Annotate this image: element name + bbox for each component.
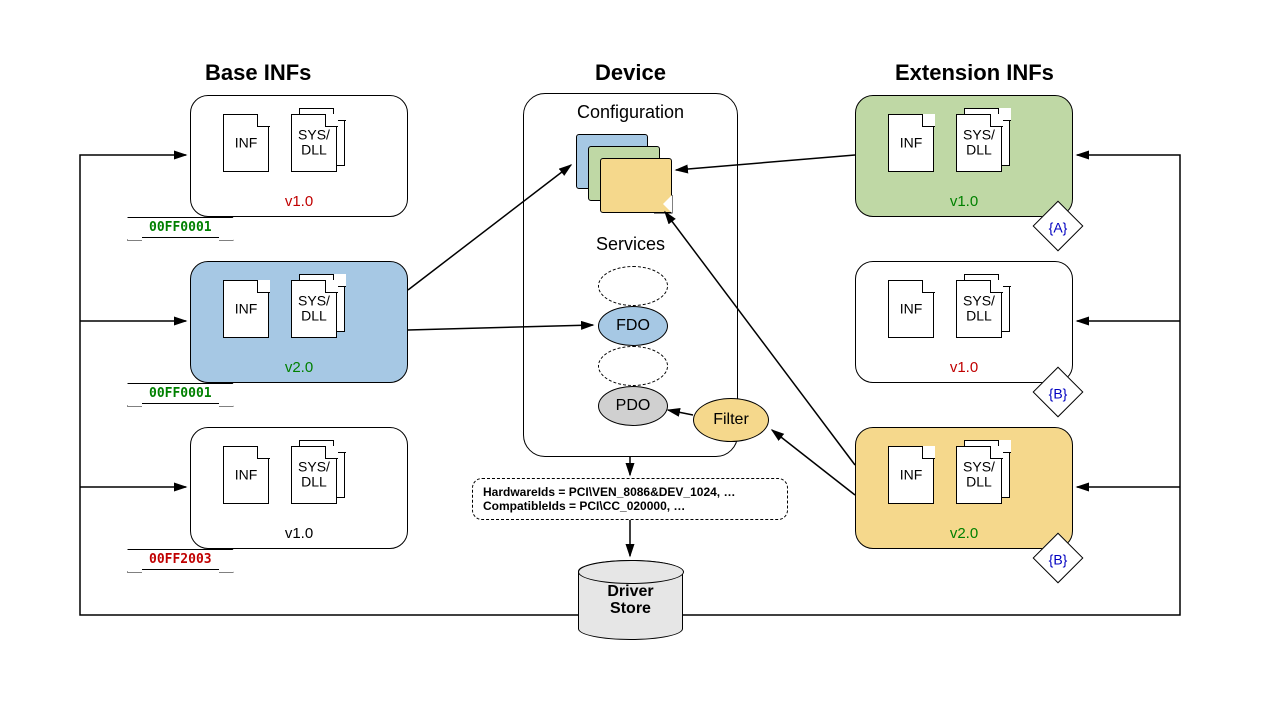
inf-label: INF	[900, 467, 923, 482]
base-pkg-2: INF SYS/ DLL v2.0	[190, 261, 408, 383]
fdo-node: FDO	[598, 306, 668, 346]
inf-label: INF	[900, 301, 923, 316]
diamond-label: {B}	[1040, 375, 1076, 411]
inf-doc-icon: INF	[888, 114, 934, 172]
sysdll-label: SYS/ DLL	[963, 460, 995, 491]
ext-pkg-1: INF SYS/ DLL v1.0	[855, 95, 1073, 217]
version-label: v1.0	[950, 193, 978, 210]
sys-doc-icon: SYS/ DLL	[956, 446, 1002, 504]
base-pkg-3: INF SYS/ DLL v1.0	[190, 427, 408, 549]
hwids-line: HardwareIds = PCI\VEN_8086&DEV_1024, …	[483, 485, 777, 499]
sys-doc-icon: SYS/ DLL	[956, 114, 1002, 172]
inf-label: INF	[235, 301, 258, 316]
sys-doc-icon: SYS/ DLL	[956, 280, 1002, 338]
driver-store-cylinder: Driver Store	[578, 560, 683, 640]
diamond-label: {A}	[1040, 209, 1076, 245]
sysdll-label: SYS/ DLL	[298, 460, 330, 491]
version-label: v2.0	[285, 359, 313, 376]
ext-pkg-2: INF SYS/ DLL v1.0	[855, 261, 1073, 383]
inf-doc-icon: INF	[888, 280, 934, 338]
sysdll-label: SYS/ DLL	[298, 128, 330, 159]
inf-doc-icon: INF	[888, 446, 934, 504]
version-label: v2.0	[950, 525, 978, 542]
config-label: Configuration	[577, 102, 684, 123]
version-label: v1.0	[285, 525, 313, 542]
version-label: v1.0	[285, 193, 313, 210]
base-header: Base INFs	[205, 60, 311, 86]
inf-doc-icon: INF	[223, 280, 269, 338]
banner-2: 00FF0001	[140, 383, 221, 404]
sys-doc-icon: SYS/ DLL	[291, 446, 337, 504]
compatids-line: CompatibleIds = PCI\CC_020000, …	[483, 499, 777, 513]
banner-1: 00FF0001	[140, 217, 221, 238]
diamond-label: {B}	[1040, 541, 1076, 577]
sysdll-label: SYS/ DLL	[963, 294, 995, 325]
sysdll-label: SYS/ DLL	[298, 294, 330, 325]
sysdll-label: SYS/ DLL	[963, 128, 995, 159]
version-label: v1.0	[950, 359, 978, 376]
dashed-ellipse-icon	[598, 346, 668, 386]
sys-doc-icon: SYS/ DLL	[291, 280, 337, 338]
filter-node: Filter	[693, 398, 769, 442]
device-header: Device	[595, 60, 666, 86]
dashed-ellipse-icon	[598, 266, 668, 306]
pdo-node: PDO	[598, 386, 668, 426]
ext-pkg-3: INF SYS/ DLL v2.0	[855, 427, 1073, 549]
base-pkg-1: INF SYS/ DLL v1.0	[190, 95, 408, 217]
inf-doc-icon: INF	[223, 446, 269, 504]
config-layer-yellow	[600, 158, 672, 213]
ext-header: Extension INFs	[895, 60, 1054, 86]
banner-3: 00FF2003	[140, 549, 221, 570]
hardware-ids-box: HardwareIds = PCI\VEN_8086&DEV_1024, … C…	[472, 478, 788, 520]
inf-label: INF	[235, 135, 258, 150]
sys-doc-icon: SYS/ DLL	[291, 114, 337, 172]
inf-doc-icon: INF	[223, 114, 269, 172]
inf-label: INF	[900, 135, 923, 150]
driver-store-label: Driver Store	[579, 583, 682, 618]
inf-label: INF	[235, 467, 258, 482]
services-label: Services	[596, 234, 665, 255]
